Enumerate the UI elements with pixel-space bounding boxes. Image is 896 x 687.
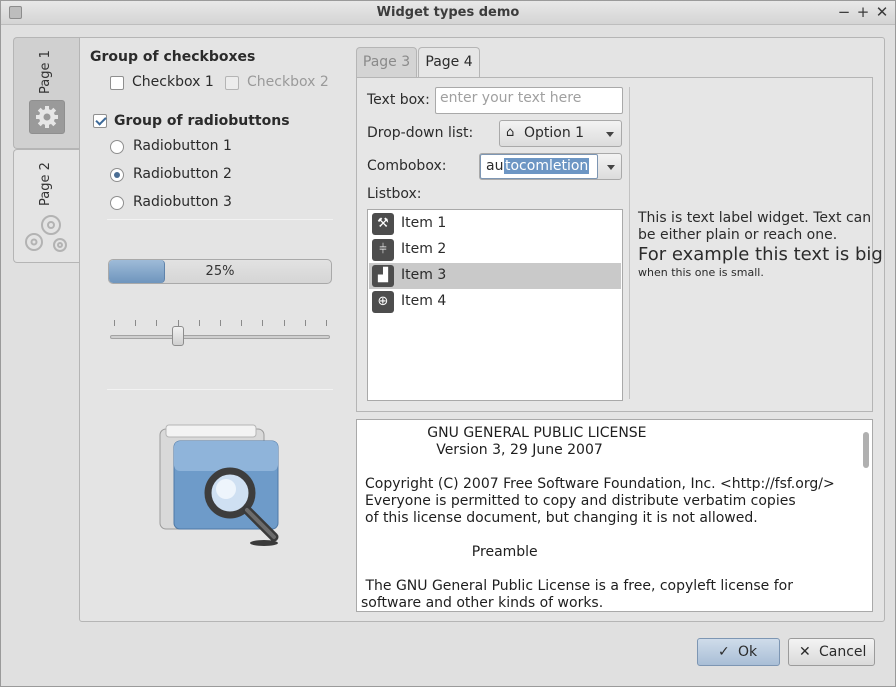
scrollbar[interactable] bbox=[863, 432, 869, 468]
slider-tick bbox=[114, 320, 115, 326]
gear-icon bbox=[29, 100, 65, 134]
slider-track[interactable] bbox=[110, 335, 330, 339]
chart-icon: ▟ bbox=[372, 265, 394, 287]
label-widget-small: when this one is small. bbox=[638, 266, 764, 279]
license-line: of this license document, but changing i… bbox=[365, 510, 758, 526]
window-title: Widget types demo bbox=[376, 5, 520, 20]
slider-tick bbox=[198, 320, 200, 326]
combobox-input[interactable]: au tocomletion bbox=[480, 154, 598, 179]
minimize-button[interactable]: − bbox=[835, 3, 853, 21]
license-line: The GNU General Public License is a free… bbox=[361, 578, 793, 594]
list-item-label: Item 1 bbox=[401, 215, 447, 231]
list-item[interactable]: ▟ Item 3 bbox=[369, 263, 621, 289]
checkbox-1[interactable] bbox=[110, 76, 124, 90]
radiobutton-2[interactable] bbox=[110, 168, 124, 182]
combobox-typed-text: au bbox=[486, 158, 504, 174]
textbox-label: Text box: bbox=[367, 92, 430, 108]
dropdown-value: Option 1 bbox=[524, 125, 585, 141]
home-icon: ⌂ bbox=[506, 125, 515, 140]
license-line: Copyright (C) 2007 Free Software Foundat… bbox=[365, 476, 835, 492]
list-item-label: Item 2 bbox=[401, 241, 447, 257]
label-widget-line-1: This is text label widget. Text can bbox=[638, 210, 872, 226]
tab-page-1-label: Page 1 bbox=[38, 50, 53, 94]
globe-icon: ⊕ bbox=[372, 291, 394, 313]
ok-button-label: Ok bbox=[738, 644, 758, 660]
chevron-down-icon[interactable] bbox=[607, 165, 615, 170]
combobox-completion: tocomletion bbox=[504, 158, 590, 174]
separator bbox=[107, 219, 333, 220]
license-line: Version 3, 29 June 2007 bbox=[365, 442, 603, 458]
slider-tick bbox=[220, 320, 221, 326]
dropdown-label: Drop-down list: bbox=[367, 125, 474, 141]
slider-tick bbox=[283, 320, 285, 326]
progress-text: 25% bbox=[205, 264, 235, 279]
list-item-label: Item 4 bbox=[401, 293, 447, 309]
checkbox-2-label: Checkbox 2 bbox=[247, 74, 329, 90]
text-input[interactable]: enter your text here bbox=[435, 87, 623, 114]
list-item[interactable]: ⫩ Item 2 bbox=[369, 237, 621, 263]
radiobutton-2-label[interactable]: Radiobutton 2 bbox=[133, 166, 232, 182]
separator bbox=[107, 389, 333, 390]
sliders-icon: ⫩ bbox=[372, 239, 394, 261]
worker-icon: ⚒ bbox=[372, 213, 394, 235]
maximize-button[interactable]: + bbox=[854, 3, 872, 21]
checkbox-1-label[interactable]: Checkbox 1 bbox=[132, 74, 214, 90]
combobox-label: Combobox: bbox=[367, 158, 447, 174]
slider-tick bbox=[262, 320, 264, 326]
radio-group-checkbox[interactable] bbox=[93, 114, 107, 128]
listbox[interactable]: ⚒ Item 1 ⫩ Item 2 ▟ Item 3 ⊕ Item 4 bbox=[367, 209, 623, 401]
list-item[interactable]: ⚒ Item 1 bbox=[369, 211, 621, 237]
vertical-divider bbox=[629, 87, 630, 399]
close-icon: ✕ bbox=[799, 644, 811, 660]
license-line: GNU GENERAL PUBLIC LICENSE bbox=[365, 425, 647, 441]
slider-tick bbox=[156, 320, 158, 326]
radiobutton-1[interactable] bbox=[110, 140, 124, 154]
tab-page-3[interactable]: Page 3 bbox=[356, 47, 417, 77]
title-bar: Widget types demo − + ✕ bbox=[1, 1, 895, 25]
slider-tick bbox=[241, 320, 243, 326]
cancel-button-label: Cancel bbox=[819, 644, 867, 660]
slider-handle[interactable] bbox=[172, 326, 185, 346]
gears-icon bbox=[20, 210, 76, 256]
license-line: Everyone is permitted to copy and distri… bbox=[365, 493, 796, 509]
tab-page-2[interactable]: Page 2 bbox=[13, 149, 80, 263]
cancel-button[interactable]: ✕ Cancel bbox=[788, 638, 875, 666]
check-icon: ✓ bbox=[718, 644, 730, 660]
tab-page-4[interactable]: Page 4 bbox=[418, 47, 480, 78]
folder-search-icon bbox=[156, 421, 282, 547]
tab-page-1[interactable]: Page 1 bbox=[13, 37, 80, 149]
close-button[interactable]: ✕ bbox=[873, 3, 891, 21]
list-item-label: Item 3 bbox=[401, 267, 447, 283]
chevron-down-icon bbox=[606, 132, 614, 137]
dropdown-list[interactable]: ⌂ Option 1 bbox=[499, 120, 622, 147]
checkbox-2 bbox=[225, 76, 239, 90]
license-line: software and other kinds of works. bbox=[361, 595, 604, 611]
label-widget-big: For example this text is big bbox=[638, 244, 883, 265]
slider-tick bbox=[304, 320, 306, 326]
license-line: Preamble bbox=[365, 544, 538, 560]
listbox-label: Listbox: bbox=[367, 186, 422, 202]
list-item[interactable]: ⊕ Item 4 bbox=[369, 289, 621, 315]
license-text-area[interactable]: GNU GENERAL PUBLIC LICENSE Version 3, 29… bbox=[356, 419, 873, 612]
ok-button[interactable]: ✓ Ok bbox=[697, 638, 780, 666]
radiobutton-3-label[interactable]: Radiobutton 3 bbox=[133, 194, 232, 210]
progress-bar: 25% bbox=[108, 259, 332, 284]
label-widget-line-2: be either plain or reach one. bbox=[638, 227, 838, 243]
checkbox-group-title: Group of checkboxes bbox=[90, 49, 256, 65]
tab-page-2-label: Page 2 bbox=[38, 162, 53, 206]
main-window: Widget types demo − + ✕ Page 1 Page 2 Gr… bbox=[0, 0, 896, 687]
radiobutton-3[interactable] bbox=[110, 196, 124, 210]
slider-tick bbox=[135, 320, 137, 326]
combobox[interactable]: au tocomletion bbox=[479, 153, 622, 180]
radiobutton-1-label[interactable]: Radiobutton 1 bbox=[133, 138, 232, 154]
radio-group-title[interactable]: Group of radiobuttons bbox=[114, 113, 290, 129]
slider-tick bbox=[326, 320, 327, 326]
